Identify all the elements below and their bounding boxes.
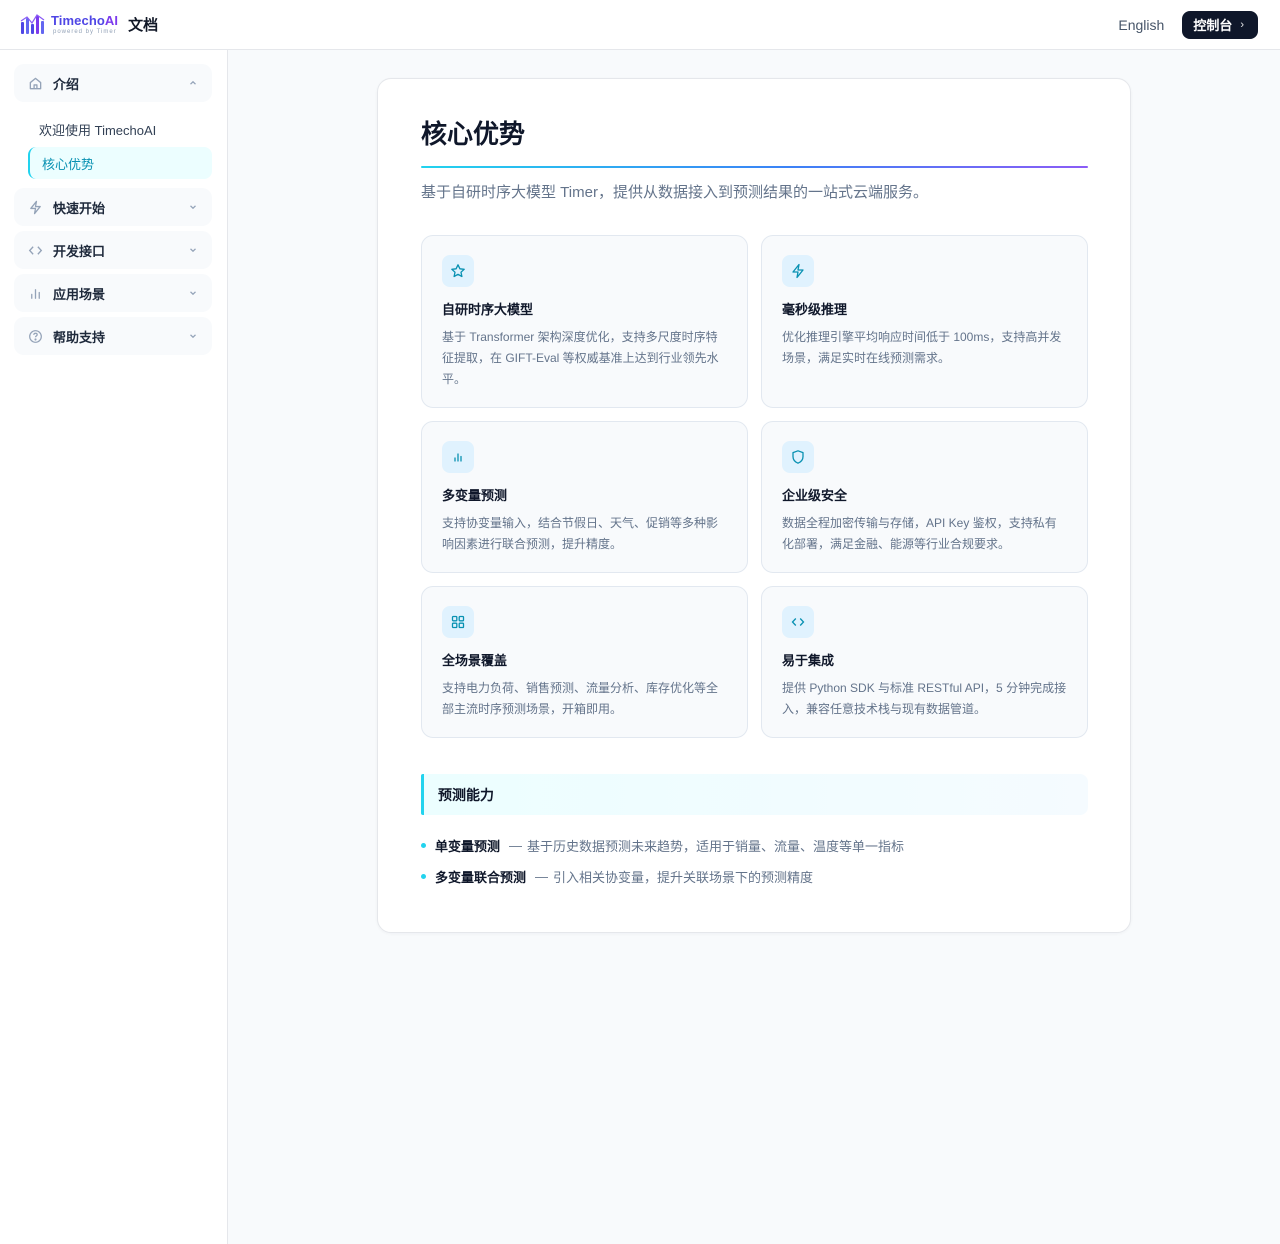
top-header: TimechoAI powered by Timer 文档 English 控制… xyxy=(0,0,1280,50)
lightning-icon xyxy=(28,200,43,215)
home-icon xyxy=(28,76,43,91)
chevron-down-icon xyxy=(188,331,198,341)
chevron-right-icon: › xyxy=(1240,18,1244,31)
sidebar-group-quickstart[interactable]: 快速开始 xyxy=(14,188,212,226)
logo-mark-icon xyxy=(20,13,45,34)
feature-description: 支持电力负荷、销售预测、流量分析、库存优化等全部主流时序预测场景，开箱即用。 xyxy=(442,681,719,716)
logo-name: TimechoAI xyxy=(51,13,119,28)
feature-description: 优化推理引擎平均响应时间低于 100ms，支持高并发场景，满足实时在线预测需求。 xyxy=(782,330,1062,365)
feature-card: 自研时序大模型 基于 Transformer 架构深度优化，支持多尺度时序特征提… xyxy=(421,235,748,408)
doc-content-card: 核心优势 基于自研时序大模型 Timer，提供从数据接入到预测结果的一站式云端服… xyxy=(377,78,1131,933)
capability-separator: — xyxy=(535,869,549,884)
feature-card: 多变量预测 支持协变量输入，结合节假日、天气、促销等多种影响因素进行联合预测，提… xyxy=(421,421,748,573)
shield-icon xyxy=(782,441,814,473)
feature-title: 全场景覆盖 xyxy=(442,653,508,668)
capability-list: 单变量预测 — 基于历史数据预测未来趋势，适用于销量、流量、温度等单一指标 多变… xyxy=(421,830,1087,892)
title-divider xyxy=(421,166,1088,168)
sidebar-subitems-intro: 欢迎使用 TimechoAI 核心优势 xyxy=(14,107,212,185)
section-heading: 预测能力 xyxy=(421,774,1088,815)
sidebar-item-welcome[interactable]: 欢迎使用 TimechoAI xyxy=(14,113,212,145)
page-title: 核心优势 xyxy=(421,119,526,149)
chevron-down-icon xyxy=(188,202,198,212)
chevron-down-icon xyxy=(188,245,198,255)
bar-chart-icon xyxy=(28,286,43,301)
feature-description: 数据全程加密传输与存储，API Key 鉴权，支持私有化部署，满足金融、能源等行… xyxy=(782,516,1057,551)
page-description: 基于自研时序大模型 Timer，提供从数据接入到预测结果的一站式云端服务。 xyxy=(421,184,928,201)
capability-description: 引入相关协变量，提升关联场景下的预测精度 xyxy=(553,870,814,885)
sidebar-group-label: 帮助支持 xyxy=(53,329,106,345)
capability-description: 基于历史数据预测未来趋势，适用于销量、流量、温度等单一指标 xyxy=(527,839,905,854)
list-item: 多变量联合预测 — 引入相关协变量，提升关联场景下的预测精度 xyxy=(421,861,1087,892)
capability-term: 多变量联合预测 xyxy=(435,870,527,885)
feature-card: 毫秒级推理 优化推理引擎平均响应时间低于 100ms，支持高并发场景，满足实时在… xyxy=(761,235,1088,408)
feature-description: 提供 Python SDK 与标准 RESTful API，5 分钟完成接入，兼… xyxy=(782,681,1067,716)
console-button[interactable]: 控制台 › xyxy=(1182,10,1258,39)
sidebar-group-label: 开发接口 xyxy=(53,243,106,259)
feature-title: 毫秒级推理 xyxy=(782,302,848,317)
bar-chart-icon xyxy=(442,441,474,473)
sidebar-group-dev-api[interactable]: 开发接口 xyxy=(14,231,212,269)
language-switch-link[interactable]: English xyxy=(1118,17,1164,33)
logo[interactable]: TimechoAI powered by Timer xyxy=(20,13,119,36)
sidebar: 介绍 欢迎使用 TimechoAI 核心优势 快速开始 开发接口 应用场景 帮助… xyxy=(0,50,228,1244)
feature-title: 易于集成 xyxy=(782,653,835,668)
feature-grid: 自研时序大模型 基于 Transformer 架构深度优化，支持多尺度时序特征提… xyxy=(421,235,1088,738)
bullet-dot xyxy=(421,874,426,879)
feature-title: 多变量预测 xyxy=(442,488,508,503)
sidebar-group-label: 快速开始 xyxy=(53,200,106,216)
brand[interactable]: TimechoAI powered by Timer 文档 xyxy=(20,13,159,36)
help-circle-icon xyxy=(28,329,43,344)
feature-title: 企业级安全 xyxy=(782,488,848,503)
feature-title: 自研时序大模型 xyxy=(442,302,534,317)
sidebar-item-core-advantages[interactable]: 核心优势 xyxy=(28,147,212,179)
feature-card: 全场景覆盖 支持电力负荷、销售预测、流量分析、库存优化等全部主流时序预测场景，开… xyxy=(421,586,748,738)
chevron-down-icon xyxy=(188,288,198,298)
feature-description: 支持协变量输入，结合节假日、天气、促销等多种影响因素进行联合预测，提升精度。 xyxy=(442,516,719,551)
grid-icon xyxy=(442,606,474,638)
sidebar-group-intro[interactable]: 介绍 xyxy=(14,64,212,102)
bullet-dot xyxy=(421,843,426,848)
logo-tagline: powered by Timer xyxy=(53,29,117,35)
list-item: 单变量预测 — 基于历史数据预测未来趋势，适用于销量、流量、温度等单一指标 xyxy=(421,830,1087,861)
docs-label: 文档 xyxy=(128,17,159,34)
star-icon xyxy=(442,255,474,287)
code-icon xyxy=(782,606,814,638)
sidebar-group-label: 介绍 xyxy=(53,76,80,92)
sidebar-group-label: 应用场景 xyxy=(53,286,106,302)
chevron-up-icon xyxy=(188,78,198,88)
console-button-label: 控制台 xyxy=(1193,18,1233,33)
feature-card: 易于集成 提供 Python SDK 与标准 RESTful API，5 分钟完… xyxy=(761,586,1088,738)
lightning-icon xyxy=(782,255,814,287)
feature-card: 企业级安全 数据全程加密传输与存储，API Key 鉴权，支持私有化部署，满足金… xyxy=(761,421,1088,573)
capability-separator: — xyxy=(509,838,523,853)
sidebar-group-scenarios[interactable]: 应用场景 xyxy=(14,274,212,312)
feature-description: 基于 Transformer 架构深度优化，支持多尺度时序特征提取，在 GIFT… xyxy=(442,330,719,386)
capability-term: 单变量预测 xyxy=(435,839,501,854)
sidebar-group-help[interactable]: 帮助支持 xyxy=(14,317,212,355)
code-icon xyxy=(28,243,43,258)
